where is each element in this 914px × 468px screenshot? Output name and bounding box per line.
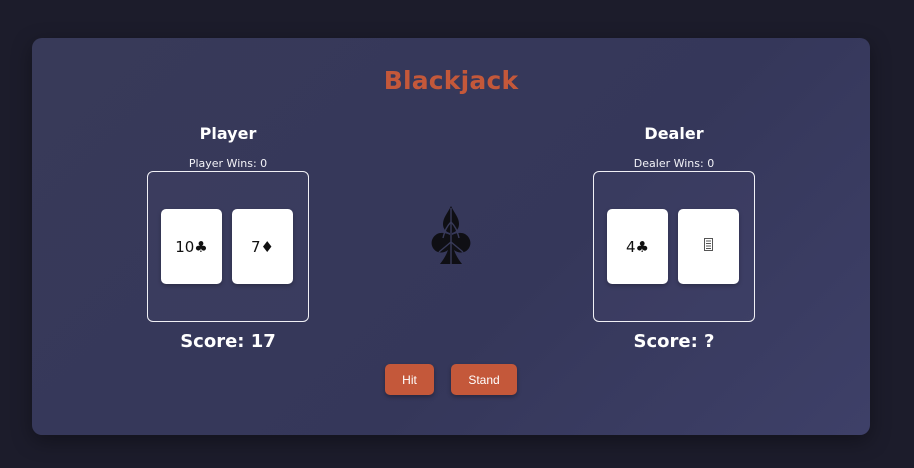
dealer-score: Score: ? (633, 331, 715, 352)
dealer-card-1: 4♣ (607, 209, 668, 284)
player-score: Score: 17 (180, 331, 276, 352)
action-bar: Hit Stand (32, 364, 870, 395)
dealer-hand: 4♣ (593, 171, 755, 322)
hit-button[interactable]: Hit (385, 364, 434, 395)
dealer-wins: Dealer Wins: 0 (633, 157, 715, 170)
stand-button[interactable]: Stand (451, 364, 517, 395)
player-card-1: 10♣ (161, 209, 222, 284)
player-heading: Player (199, 124, 257, 143)
player-area: Player Player Wins: 0 10♣ 7♦ Score: 17 (147, 124, 309, 353)
card-back-icon (704, 238, 713, 255)
player-card-2: 7♦ (232, 209, 293, 284)
game-title: Blackjack (383, 66, 519, 95)
dealer-heading: Dealer (644, 124, 704, 143)
club-suit-icon (421, 202, 481, 268)
dealer-card-2-face-down (678, 209, 739, 284)
game-table: Blackjack Player Player Wins: 0 10♣ 7♦ S… (32, 38, 870, 435)
player-wins: Player Wins: 0 (188, 157, 268, 170)
dealer-area: Dealer Dealer Wins: 0 4♣ Score: ? (593, 124, 755, 353)
player-hand: 10♣ 7♦ (147, 171, 309, 322)
